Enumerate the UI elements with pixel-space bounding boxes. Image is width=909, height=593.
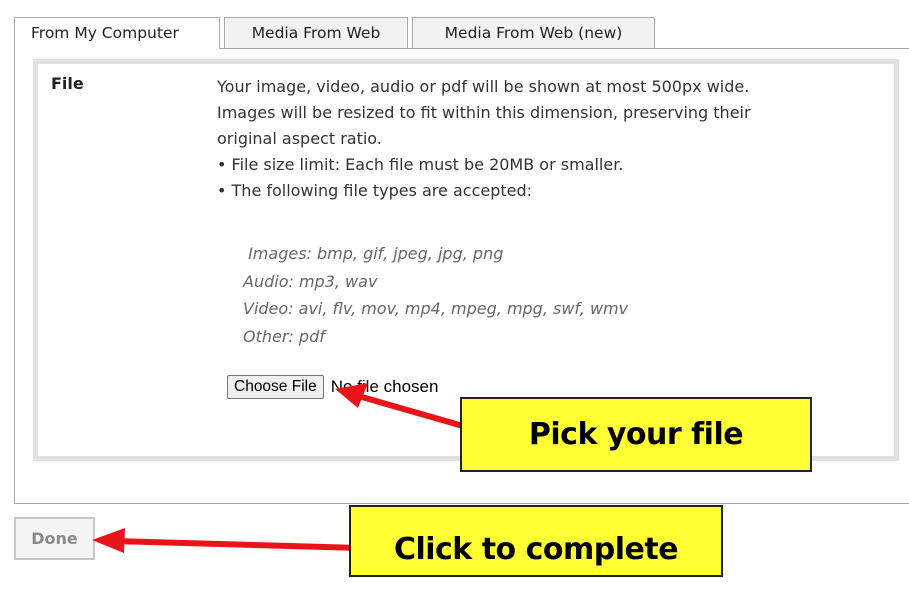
accepted-file-types: Images: bmp, gif, jpeg, jpg, png Audio: … <box>243 240 628 350</box>
file-label: File <box>51 74 84 93</box>
pick-file-callout: Pick your file <box>460 397 812 472</box>
types-images: Images: bmp, gif, jpeg, jpg, png <box>243 244 504 263</box>
media-tabs: From My Computer Media From Web Media Fr… <box>14 17 659 49</box>
choose-file-button[interactable]: Choose File <box>227 375 324 399</box>
arrow-to-done <box>92 528 363 553</box>
file-size-limit: • File size limit: Each file must be 20M… <box>217 155 624 174</box>
tab-from-my-computer[interactable]: From My Computer <box>14 17 220 49</box>
no-file-status: No file chosen <box>330 377 439 396</box>
file-description: Your image, video, audio or pdf will be … <box>217 74 857 204</box>
accepted-types-heading: • The following file types are accepted: <box>217 181 533 200</box>
description-line: Your image, video, audio or pdf will be … <box>217 77 750 96</box>
file-input[interactable]: Choose File No file chosen <box>227 375 438 399</box>
tab-media-from-web[interactable]: Media From Web <box>224 17 408 48</box>
click-complete-callout: Click to complete <box>349 505 723 577</box>
description-line: original aspect ratio. <box>217 129 382 148</box>
description-line: Images will be resized to fit within thi… <box>217 103 751 122</box>
types-audio: Audio: mp3, wav <box>243 271 378 291</box>
tab-media-from-web-new[interactable]: Media From Web (new) <box>412 17 655 48</box>
done-button[interactable]: Done <box>14 517 95 560</box>
types-video: Video: avi, flv, mov, mp4, mpeg, mpg, sw… <box>243 299 629 318</box>
types-other: Other: pdf <box>243 326 325 346</box>
